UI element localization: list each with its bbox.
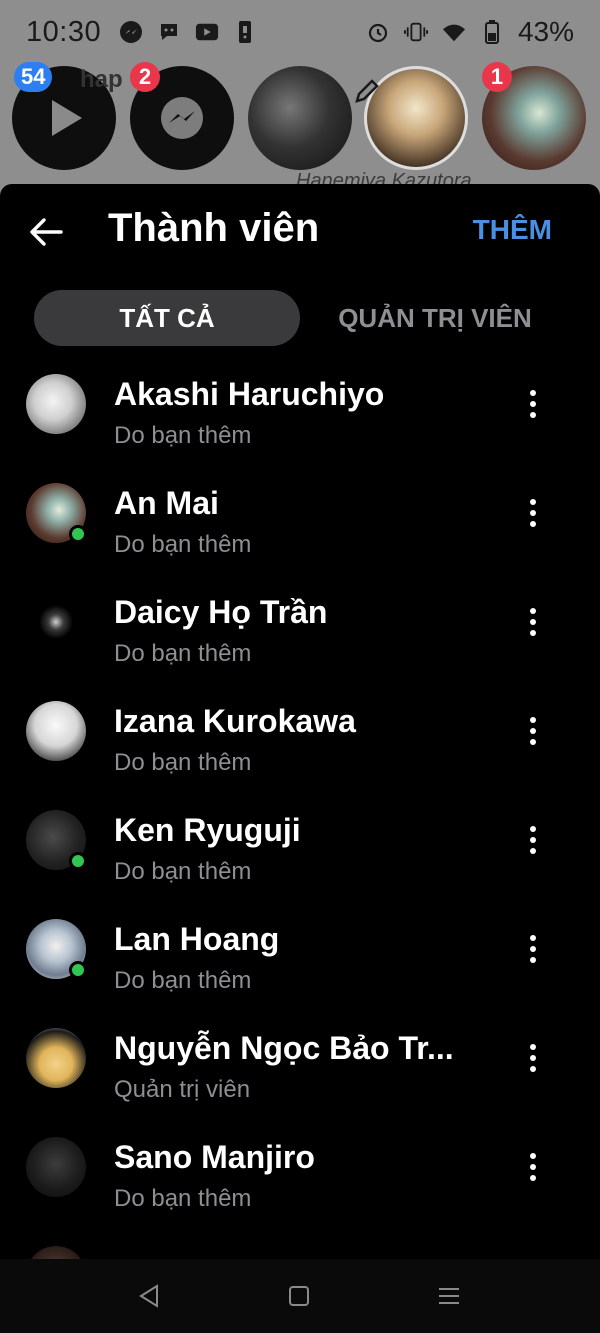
members-sheet: Thành viên THÊM TẤT CẢ QUẢN TRỊ VIÊN Aka… — [0, 184, 600, 1259]
wifi-icon — [442, 20, 466, 44]
nav-recents-button[interactable] — [434, 1281, 464, 1311]
vibrate-icon — [403, 20, 428, 44]
story-badge-count: 54 — [14, 62, 53, 92]
list-item[interactable]: Daicy Họ Trần Do bạn thêm — [0, 582, 600, 691]
more-options-icon[interactable] — [518, 1147, 548, 1187]
online-status-icon — [69, 961, 87, 979]
battery-percent: 43% — [517, 16, 574, 47]
member-subtitle: Do bạn thêm — [114, 749, 252, 776]
story-avatar-3[interactable] — [248, 66, 352, 170]
square-home-icon — [289, 1286, 309, 1306]
pencil-icon — [352, 76, 382, 111]
avatar — [26, 374, 86, 434]
avatar — [26, 592, 86, 652]
sheet-header: Thành viên THÊM — [0, 184, 600, 280]
member-subtitle: Do bạn thêm — [114, 858, 252, 885]
play-icon — [52, 100, 82, 136]
member-name: Daicy Họ Trần — [114, 594, 328, 630]
page-title: Thành viên — [108, 206, 320, 250]
list-item[interactable]: Izana Kurokawa Do bạn thêm — [0, 691, 600, 800]
member-name: An Mai — [114, 485, 219, 521]
list-item[interactable]: Lan Hoang Do bạn thêm — [0, 909, 600, 1018]
member-subtitle: Do bạn thêm — [114, 640, 252, 667]
member-subtitle: Do bạn thêm — [114, 967, 252, 994]
list-item[interactable]: Akashi Haruchiyo Do bạn thêm — [0, 364, 600, 473]
nav-home-button[interactable] — [284, 1281, 314, 1311]
story-badge-count: 2 — [130, 62, 160, 92]
triangle-back-icon — [139, 1284, 158, 1308]
member-subtitle: Quản trị viên — [114, 1076, 251, 1103]
member-name: Ken Ryuguji — [114, 812, 301, 848]
avatar — [26, 1028, 86, 1088]
more-options-icon[interactable] — [518, 384, 548, 424]
list-item-partial[interactable] — [0, 1236, 600, 1259]
list-item[interactable]: An Mai Do bạn thêm — [0, 473, 600, 582]
nav-back-button[interactable] — [134, 1281, 164, 1311]
menu-lines-icon — [439, 1288, 459, 1304]
list-item[interactable]: Ken Ryuguji Do bạn thêm — [0, 800, 600, 909]
more-options-icon[interactable] — [518, 1038, 548, 1078]
tab-admins[interactable]: QUẢN TRỊ VIÊN — [300, 290, 570, 346]
list-item[interactable]: Sano Manjiro Do bạn thêm — [0, 1127, 600, 1236]
member-list: Akashi Haruchiyo Do bạn thêm An Mai Do b… — [0, 364, 600, 1259]
youtube-icon — [195, 20, 219, 44]
member-subtitle: Do bạn thêm — [114, 422, 252, 449]
background-snippet: hap — [80, 66, 123, 93]
online-status-icon — [69, 852, 87, 870]
member-subtitle: Do bạn thêm — [114, 531, 252, 558]
status-bar: 10:30 43% — [0, 0, 600, 64]
status-time: 10:30 — [26, 15, 102, 48]
chat-bubble-icon — [157, 20, 181, 44]
add-member-button[interactable]: THÊM — [473, 214, 552, 246]
story-badge-count: 1 — [482, 62, 512, 92]
more-options-icon[interactable] — [518, 820, 548, 860]
member-subtitle: Do bạn thêm — [114, 1185, 252, 1212]
messenger-logo-icon — [161, 97, 203, 139]
more-options-icon[interactable] — [518, 711, 548, 751]
arrow-left-icon — [30, 218, 63, 246]
battery-icon — [480, 20, 504, 44]
list-item[interactable]: Nguyễn Ngọc Bảo Tr... Quản trị viên — [0, 1018, 600, 1127]
more-options-icon[interactable] — [518, 493, 548, 533]
member-tabs: TẤT CẢ QUẢN TRỊ VIÊN — [0, 290, 600, 346]
online-status-icon — [69, 525, 87, 543]
messenger-icon — [119, 20, 143, 44]
member-name: Akashi Haruchiyo — [114, 376, 385, 412]
member-name: Sano Manjiro — [114, 1139, 315, 1175]
member-name: Nguyễn Ngọc Bảo Tr... — [114, 1030, 454, 1066]
alarm-icon — [366, 20, 390, 44]
more-options-icon[interactable] — [518, 929, 548, 969]
avatar — [26, 701, 86, 761]
avatar — [26, 1246, 86, 1259]
tab-all[interactable]: TẤT CẢ — [34, 290, 300, 346]
phone-icon — [233, 20, 257, 44]
back-button[interactable] — [24, 210, 68, 254]
navigation-bar — [0, 1259, 600, 1333]
member-name: Izana Kurokawa — [114, 703, 356, 739]
avatar — [26, 1137, 86, 1197]
member-name: Lan Hoang — [114, 921, 280, 957]
more-options-icon[interactable] — [518, 602, 548, 642]
